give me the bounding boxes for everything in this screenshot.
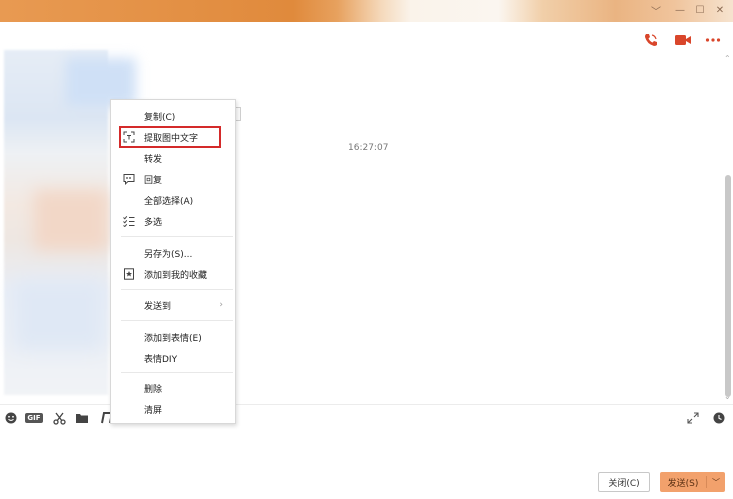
- file-button[interactable]: [74, 410, 90, 426]
- blurred-chat-content: [4, 50, 136, 395]
- menu-item-label: 清屏: [144, 405, 163, 416]
- menu-item-save-as[interactable]: 另存为(S)...: [111, 243, 235, 263]
- screenshot-button[interactable]: [51, 410, 67, 426]
- menu-item-multi-select[interactable]: 多选: [111, 211, 235, 231]
- menu-item-label: 复制(C): [144, 112, 176, 123]
- menu-item-label: 全部选择(A): [144, 196, 194, 207]
- menu-item-label: 添加到表情(E): [144, 333, 202, 344]
- minimize-button[interactable]: —: [672, 3, 688, 17]
- clock-icon: [713, 412, 725, 424]
- video-camera-icon: [675, 35, 691, 45]
- folder-icon: [76, 414, 88, 423]
- menu-item-add-sticker[interactable]: 添加到表情(E): [111, 327, 235, 347]
- message-timestamp: 16:27:07: [348, 143, 389, 153]
- menu-item-reply[interactable]: 回复: [111, 169, 235, 189]
- scan-text-icon: [123, 131, 135, 143]
- expand-input-button[interactable]: [686, 410, 700, 426]
- gif-button[interactable]: GIF: [25, 410, 43, 426]
- reply-quote-icon: [123, 173, 135, 185]
- maximize-button[interactable]: ☐: [692, 3, 708, 17]
- maximize-icon: ☐: [695, 4, 705, 16]
- more-options-button[interactable]: [704, 31, 722, 49]
- close-button[interactable]: 关闭(C): [598, 472, 650, 492]
- menu-item-send-to[interactable]: 发送到 ›: [111, 295, 235, 315]
- scroll-down-arrow-icon[interactable]: ⌄: [724, 392, 731, 401]
- menu-separator: [121, 372, 233, 373]
- dropdown-button[interactable]: ﹀: [648, 3, 664, 18]
- menu-item-label: 提取图中文字: [144, 133, 199, 144]
- menu-item-label: 添加到我的收藏: [144, 270, 208, 281]
- menu-item-label: 转发: [144, 154, 163, 165]
- send-label: 发送(S): [667, 478, 699, 489]
- voice-call-button[interactable]: [642, 31, 660, 49]
- emoji-button[interactable]: [4, 410, 18, 426]
- menu-item-extract-text[interactable]: 提取图中文字: [111, 127, 235, 147]
- title-bar: ﹀ — ☐ ✕: [0, 0, 733, 22]
- smiley-icon: [5, 412, 17, 424]
- chevron-down-icon: ﹀: [651, 6, 661, 18]
- menu-item-forward[interactable]: 转发: [111, 148, 235, 168]
- submenu-chevron-icon: ›: [219, 300, 223, 310]
- gif-icon: GIF: [25, 413, 43, 423]
- menu-item-label: 回复: [144, 175, 163, 186]
- menu-item-label: 发送到: [144, 301, 172, 312]
- chat-scrollbar[interactable]: [725, 175, 731, 397]
- menu-item-clear-screen[interactable]: 清屏: [111, 399, 235, 419]
- more-dots-icon: [705, 38, 721, 42]
- menu-item-copy[interactable]: 复制(C): [111, 106, 235, 126]
- menu-item-delete[interactable]: 删除: [111, 378, 235, 398]
- menu-item-label: 表情DIY: [144, 354, 178, 365]
- scissors-icon: [52, 412, 66, 425]
- phone-icon: [645, 34, 657, 46]
- history-button[interactable]: [712, 410, 726, 426]
- menu-separator: [121, 289, 233, 290]
- context-menu: 复制(C) 提取图中文字 转发 回复 全部选择(A) 多选 另存为(S)... …: [110, 99, 236, 424]
- menu-item-sticker-diy[interactable]: 表情DIY: [111, 348, 235, 368]
- menu-separator: [121, 236, 233, 237]
- menu-separator: [121, 320, 233, 321]
- send-options-chevron-icon[interactable]: ﹀: [707, 477, 725, 488]
- close-window-button[interactable]: ✕: [712, 3, 728, 17]
- minimize-icon: —: [675, 4, 685, 16]
- scroll-up-arrow-icon[interactable]: ⌃: [724, 54, 731, 63]
- menu-item-label: 另存为(S)...: [144, 249, 193, 260]
- close-icon: ✕: [715, 4, 725, 16]
- send-button[interactable]: 发送(S) ﹀: [660, 472, 725, 492]
- video-call-button[interactable]: [673, 31, 693, 49]
- menu-item-label: 删除: [144, 384, 163, 395]
- expand-icon: [687, 412, 699, 424]
- menu-item-add-favorite[interactable]: 添加到我的收藏: [111, 264, 235, 284]
- menu-item-label: 多选: [144, 217, 163, 228]
- checklist-icon: [123, 215, 135, 227]
- bookmark-icon: [123, 268, 135, 280]
- menu-item-select-all[interactable]: 全部选择(A): [111, 190, 235, 210]
